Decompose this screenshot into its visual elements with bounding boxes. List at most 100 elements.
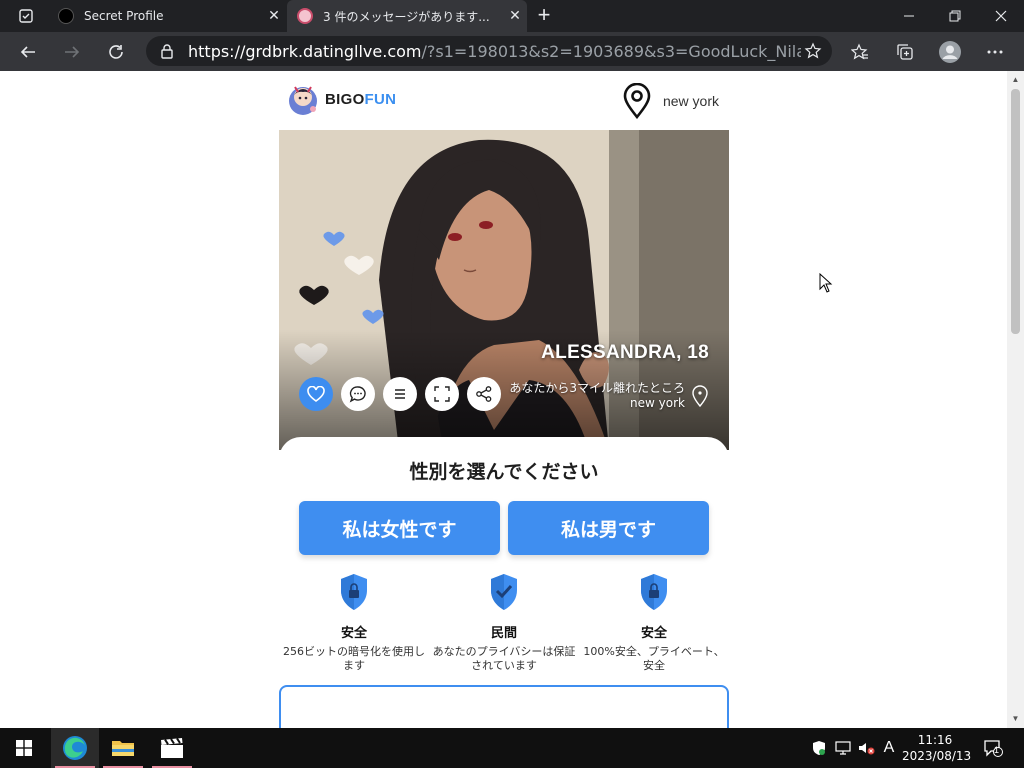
workspaces-button[interactable] — [8, 0, 44, 32]
add-favorite-icon[interactable] — [804, 42, 822, 60]
tab-messages[interactable]: 3 件のメッセージがあります... ✕ — [287, 0, 527, 32]
close-icon — [995, 10, 1007, 22]
site-header: BIGOFUN new york — [279, 71, 729, 130]
favorites-button[interactable] — [846, 38, 874, 66]
collections-button[interactable] — [891, 38, 919, 66]
minimize-icon — [904, 15, 914, 17]
badge-title: 安全 — [640, 626, 667, 641]
badge-description: あなたのプライバシーは保証されています — [432, 645, 576, 672]
scroll-up-icon[interactable]: ▲ — [1007, 73, 1024, 87]
clock-date: 2023/08/13 — [902, 749, 972, 763]
new-tab-button[interactable]: + — [532, 4, 556, 28]
back-button[interactable] — [14, 38, 42, 66]
back-icon — [20, 46, 35, 58]
restore-button[interactable] — [932, 0, 978, 32]
tray-network[interactable] — [832, 728, 854, 768]
taskbar-clock[interactable]: 11:16 2023/08/13 — [902, 732, 972, 764]
female-button[interactable]: 私は女性です — [299, 501, 500, 555]
card-title: 性別を選んでください — [409, 461, 599, 483]
url-host: https://grdbrk.datingllve.com — [188, 41, 422, 61]
tray-ime[interactable]: A — [878, 728, 900, 768]
badge-title: 安全 — [340, 626, 367, 641]
scroll-thumb[interactable] — [1011, 89, 1020, 334]
page-scrollbar[interactable]: ▲ ▼ — [1007, 71, 1024, 728]
profile-photo[interactable]: ALESSANDRA, 18 あなたから3マイル離れたところ new york — [279, 130, 729, 450]
folder-icon — [112, 741, 134, 756]
security-badge: 安全 256ビットの暗号化を使用します — [279, 573, 429, 673]
browser-toolbar: https://grdbrk.datingllve.com /?s1=19801… — [0, 32, 1024, 71]
browser-tabbar: Secret Profile ✕ 3 件のメッセージがあります... ✕ + — [0, 0, 1024, 32]
tab-secret-profile[interactable]: Secret Profile ✕ — [48, 0, 286, 32]
shield-lock-icon — [341, 574, 367, 610]
gender-select-card: 性別を選んでください 私は女性です 私は男です 安全 256ビットの暗号化を使用… — [279, 437, 729, 728]
share-button[interactable] — [467, 377, 501, 411]
menu-icon — [395, 389, 405, 399]
tab-favicon-icon — [58, 8, 74, 24]
notification-count: 1 — [994, 745, 1000, 755]
fullscreen-button[interactable] — [425, 377, 459, 411]
more-button[interactable] — [981, 38, 1009, 66]
tray-volume[interactable] — [856, 728, 878, 768]
tray-notifications[interactable]: 1 — [978, 728, 1008, 768]
forward-icon — [65, 46, 80, 58]
tab-title: Secret Profile — [84, 9, 164, 23]
site-logo[interactable]: BIGOFUN — [287, 81, 396, 117]
like-button[interactable] — [299, 377, 333, 411]
location-pin-icon — [623, 83, 651, 119]
privacy-badge: 民間 あなたのプライバシーは保証されています — [429, 573, 579, 673]
taskbar-file-explorer[interactable] — [99, 728, 147, 768]
clock-time: 11:16 — [917, 733, 953, 747]
profile-button[interactable] — [936, 38, 964, 66]
collections-icon — [897, 44, 913, 60]
tray-security[interactable] — [808, 728, 830, 768]
close-window-button[interactable] — [978, 0, 1024, 32]
tab-favicon-icon — [297, 8, 313, 24]
mouse-cursor-icon — [819, 273, 833, 293]
refresh-button[interactable] — [102, 38, 130, 66]
lock-icon[interactable] — [160, 43, 174, 59]
badge-description: 256ビットの暗号化を使用します — [283, 645, 425, 672]
address-bar[interactable]: https://grdbrk.datingllve.com /?s1=19801… — [146, 36, 832, 66]
dating-site: BIGOFUN new york ALESSANDRA, 18 あなたから3マイ… — [279, 71, 729, 728]
refresh-icon — [109, 45, 123, 59]
safety-badge: 安全 100%安全、プライベート、安全 — [579, 573, 729, 673]
workspaces-icon — [19, 9, 33, 23]
clapperboard-icon — [161, 737, 183, 758]
male-button[interactable]: 私は男です — [508, 501, 709, 555]
badge-title: 民間 — [490, 626, 517, 641]
edge-icon — [63, 736, 87, 760]
heart-icon — [307, 386, 325, 402]
windows-taskbar: A 11:16 2023/08/13 1 — [0, 728, 1024, 768]
favorites-icon — [851, 43, 868, 60]
minimize-button[interactable] — [886, 0, 932, 32]
windows-logo-icon — [16, 740, 32, 756]
forward-button[interactable] — [58, 38, 86, 66]
fullscreen-icon — [434, 386, 450, 402]
volume-muted-icon — [859, 743, 875, 755]
close-tab-icon[interactable]: ✕ — [262, 8, 286, 24]
start-button[interactable] — [0, 728, 48, 768]
badge-description: 100%安全、プライベート、安全 — [583, 645, 725, 672]
location-pin-icon — [692, 385, 708, 407]
network-icon — [835, 741, 851, 755]
taskbar-edge[interactable] — [51, 728, 99, 768]
restore-icon — [949, 10, 961, 22]
distance-text: あなたから3マイル離れたところ — [509, 381, 685, 395]
scroll-down-icon[interactable]: ▼ — [1007, 712, 1024, 726]
tab-title: 3 件のメッセージがあります... — [323, 9, 490, 24]
chat-button[interactable] — [341, 377, 375, 411]
shield-icon — [813, 741, 825, 755]
page-viewport: BIGOFUN new york ALESSANDRA, 18 あなたから3マイ… — [0, 71, 1024, 728]
profile-name: ALESSANDRA, 18 — [541, 342, 709, 363]
logo-text: BIGOFUN — [325, 90, 397, 108]
distance-info: あなたから3マイル離れたところ new york — [509, 381, 685, 411]
location-text: new york — [662, 93, 719, 109]
url-path: /?s1=198013&s2=1903689&s3=GoodLuck_Nila3… — [421, 41, 802, 61]
share-icon — [476, 386, 492, 402]
profile-actions — [299, 377, 509, 411]
taskbar-video-editor[interactable] — [148, 728, 196, 768]
shield-check-icon — [491, 574, 517, 610]
location-indicator[interactable]: new york — [621, 83, 719, 119]
menu-button[interactable] — [383, 377, 417, 411]
close-tab-icon[interactable]: ✕ — [503, 8, 527, 24]
